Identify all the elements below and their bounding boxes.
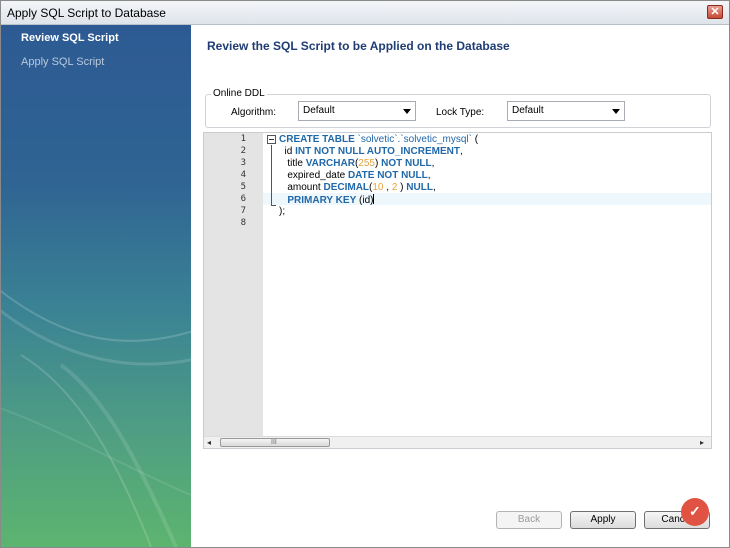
sidebar-decoration xyxy=(1,290,191,547)
wizard-sidebar: Review SQL Script Apply SQL Script xyxy=(1,25,191,547)
text-caret xyxy=(373,194,375,204)
code-token: NULL xyxy=(406,182,433,193)
code-line: expired_date DATE NOT NULL, xyxy=(279,170,431,182)
horizontal-scrollbar[interactable]: ◂ III ▸ xyxy=(204,436,711,448)
code-token: title xyxy=(279,158,306,169)
code-line: ); xyxy=(279,206,285,218)
line-number-gutter: 1 2 3 4 5 6 7 8 xyxy=(204,133,263,436)
code-token: , xyxy=(431,158,435,169)
code-line: CREATE TABLE `solvetic`.`solvetic_mysql`… xyxy=(279,134,478,146)
lock-type-select[interactable]: Default xyxy=(507,101,625,121)
line-number: 3 xyxy=(240,158,246,168)
apply-button[interactable]: Apply xyxy=(570,511,636,529)
lock-type-label: Lock Type: xyxy=(436,107,485,118)
code-token: INT NOT NULL AUTO_INCREMENT xyxy=(295,146,460,157)
line-number: 5 xyxy=(240,182,246,192)
lock-type-value: Default xyxy=(512,105,544,116)
close-icon[interactable]: ✕ xyxy=(707,5,723,19)
code-area[interactable]: CREATE TABLE `solvetic`.`solvetic_mysql`… xyxy=(263,133,711,436)
code-token: ) xyxy=(397,182,407,193)
scrollbar-thumb[interactable]: III xyxy=(220,438,330,447)
code-token: , xyxy=(383,182,392,193)
code-token: NOT NULL xyxy=(381,158,432,169)
code-token: ); xyxy=(279,206,286,217)
chevron-down-icon xyxy=(612,109,620,114)
algorithm-label: Algorithm: xyxy=(231,107,277,118)
main-panel: Review the SQL Script to be Applied on t… xyxy=(191,25,729,547)
line-number: 2 xyxy=(240,146,246,156)
dialog-client: Review SQL Script Apply SQL Script Revie… xyxy=(1,25,729,547)
code-token: , xyxy=(459,146,463,157)
fold-guide xyxy=(271,145,272,205)
code-token: expired_date xyxy=(279,170,348,181)
code-token: , xyxy=(427,170,431,181)
code-token: CREATE TABLE xyxy=(279,134,358,145)
watermark-logo: ✓ xyxy=(681,498,709,526)
window-title: Apply SQL Script to Database xyxy=(7,6,166,20)
code-token: , xyxy=(432,182,436,193)
fold-guide-end xyxy=(271,205,276,206)
code-token: amount xyxy=(279,182,324,193)
algorithm-value: Default xyxy=(303,105,335,116)
code-token: (id) xyxy=(356,195,374,206)
code-line: title VARCHAR(255) NOT NULL, xyxy=(279,158,434,170)
fold-collapse-icon[interactable] xyxy=(267,135,276,144)
code-line: amount DECIMAL(10 , 2 ) NULL, xyxy=(279,182,436,194)
scroll-left-icon[interactable]: ◂ xyxy=(207,438,211,447)
code-token: DECIMAL xyxy=(323,182,370,193)
algorithm-select[interactable]: Default xyxy=(298,101,416,121)
code-token: 255 xyxy=(358,158,375,169)
title-bar: Apply SQL Script to Database ✕ xyxy=(1,1,729,25)
line-number: 6 xyxy=(240,194,246,204)
code-token: ( xyxy=(471,134,479,145)
code-token: id xyxy=(279,146,296,157)
code-token: DATE NOT NULL xyxy=(347,170,428,181)
page-title: Review the SQL Script to be Applied on t… xyxy=(207,39,510,53)
line-number: 1 xyxy=(240,134,246,144)
watermark-check-icon: ✓ xyxy=(689,503,701,519)
code-token: 10 xyxy=(372,182,384,193)
step-apply-sql-script: Apply SQL Script xyxy=(21,56,105,68)
dialog-window: Apply SQL Script to Database ✕ Review SQ… xyxy=(0,0,730,548)
code-line: id INT NOT NULL AUTO_INCREMENT, xyxy=(279,146,463,158)
scroll-right-icon[interactable]: ▸ xyxy=(700,438,704,447)
code-token: VARCHAR xyxy=(305,158,355,169)
scroll-grip-icon: III xyxy=(271,439,277,446)
line-number: 8 xyxy=(240,218,246,228)
line-number: 4 xyxy=(240,170,246,180)
chevron-down-icon xyxy=(403,109,411,114)
code-token: PRIMARY KEY xyxy=(287,195,357,206)
online-ddl-legend: Online DDL xyxy=(211,88,267,99)
step-review-sql-script: Review SQL Script xyxy=(21,32,119,44)
code-line: PRIMARY KEY (id) xyxy=(279,194,375,207)
code-token: `solvetic`.`solvetic_mysql` xyxy=(357,134,472,145)
line-number: 7 xyxy=(240,206,246,216)
sql-editor[interactable]: 1 2 3 4 5 6 7 8 CREATE TABLE `solvetic`.`solvet… xyxy=(203,132,712,449)
back-button[interactable]: Back xyxy=(496,511,562,529)
